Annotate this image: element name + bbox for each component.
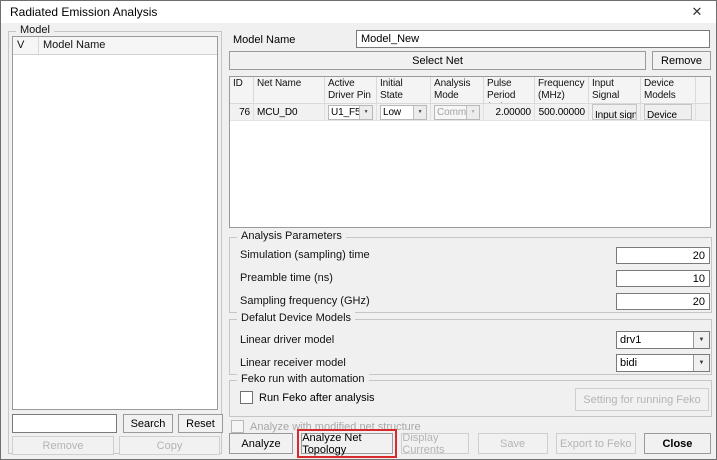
feko-settings-button[interactable]: Setting for running Feko [575,388,709,411]
cell-analysis-mode: Common ▼ [431,104,484,120]
col-net-name[interactable]: Net Name [254,77,325,104]
analysis-mode-value: Common [435,106,466,119]
col-frequency[interactable]: Frequency (MHz) [535,77,589,104]
export-to-feko-button[interactable]: Export to Feko [556,433,636,454]
model-list-col-name[interactable]: Model Name [39,37,217,54]
chevron-down-icon: ▼ [359,106,372,119]
title-bar: Radiated Emission Analysis ✕ [1,1,716,23]
active-driver-pin-dropdown[interactable]: U1_F5 ▼ [328,105,373,120]
linear-receiver-model-label: Linear receiver model [240,357,346,369]
cell-initial-state: Low ▼ [377,104,431,120]
default-device-models-group: Defalut Device Models Linear driver mode… [229,319,712,375]
linear-driver-model-dropdown[interactable]: drv1 ▼ [616,331,710,349]
col-filler [696,77,710,104]
close-button[interactable]: ✕ [682,1,712,23]
analyze-net-topology-wrap: Analyze Net Topology [301,433,393,454]
model-actions-row: Remove Copy [12,436,220,455]
cell-filler [696,104,710,120]
display-currents-button[interactable]: Display Currents [401,433,469,454]
linear-driver-model-label: Linear driver model [240,334,334,346]
linear-receiver-model-value: bidi [617,355,693,371]
net-table: ID Net Name Active Driver Pin Initial St… [229,76,711,228]
col-active-driver[interactable]: Active Driver Pin [325,77,377,104]
close-dialog-button[interactable]: Close [644,433,711,454]
run-feko-checkbox-row[interactable]: Run Feko after analysis [240,391,375,404]
col-input-signal[interactable]: Input Signal [589,77,641,104]
feko-group-label: Feko run with automation [237,373,369,385]
feko-group: Feko run with automation Run Feko after … [229,380,712,417]
active-driver-pin-value: U1_F5 [329,106,359,119]
col-pulse-period[interactable]: Pulse Period (ns) [484,77,535,104]
preamble-time-label: Preamble time (ns) [240,272,333,284]
net-remove-button[interactable]: Remove [652,51,711,70]
cell-input-signal: Input signal [589,104,641,120]
model-list-header: V Model Name [13,37,217,55]
model-list[interactable]: V Model Name [12,36,218,410]
net-table-header: ID Net Name Active Driver Pin Initial St… [230,77,710,104]
radiated-emission-analysis-dialog: Radiated Emission Analysis ✕ Model V Mod… [0,0,717,460]
model-search-row: Search Reset [12,414,220,433]
modified-net-checkbox [231,420,244,433]
sampling-frequency-label: Sampling frequency (GHz) [240,295,370,307]
col-device-models[interactable]: Device Models [641,77,696,104]
col-initial-state[interactable]: Initial State [377,77,431,104]
analysis-parameters-label: Analysis Parameters [237,230,346,242]
analysis-mode-dropdown: Common ▼ [434,105,480,120]
chevron-down-icon: ▼ [413,106,426,119]
chevron-down-icon: ▼ [466,106,479,119]
cell-active-driver: U1_F5 ▼ [325,104,377,120]
run-feko-checkbox[interactable] [240,391,253,404]
model-list-col-v[interactable]: V [13,37,39,54]
save-button[interactable]: Save [478,433,548,454]
model-name-input[interactable] [356,30,710,48]
analyze-net-topology-button[interactable]: Analyze Net Topology [301,433,393,454]
simulation-time-input[interactable] [616,247,710,264]
cell-net-name: MCU_D0 [254,104,325,120]
cell-frequency[interactable]: 500.00000 [535,104,589,120]
dialog-title: Radiated Emission Analysis [10,5,157,19]
cell-pulse-period[interactable]: 2.00000 [484,104,535,120]
input-signal-button[interactable]: Input signal [592,104,637,120]
reset-button[interactable]: Reset [178,414,223,433]
col-analysis-mode[interactable]: Analysis Mode [431,77,484,104]
analyze-button[interactable]: Analyze [229,433,293,454]
model-remove-button[interactable]: Remove [12,436,114,455]
linear-receiver-model-dropdown[interactable]: bidi ▼ [616,354,710,372]
model-copy-button[interactable]: Copy [119,436,220,455]
net-table-row[interactable]: 76 MCU_D0 U1_F5 ▼ Low ▼ Common ▼ [230,104,710,121]
analysis-parameters-group: Analysis Parameters Simulation (sampling… [229,237,712,313]
initial-state-value: Low [381,106,413,119]
initial-state-dropdown[interactable]: Low ▼ [380,105,427,120]
model-group-label: Model [16,24,54,36]
close-icon: ✕ [692,4,703,20]
preamble-time-input[interactable] [616,270,710,287]
device-models-button[interactable]: Device [644,104,692,120]
chevron-down-icon: ▼ [693,355,709,371]
sampling-frequency-input[interactable] [616,293,710,310]
linear-driver-model-value: drv1 [617,332,693,348]
default-device-models-label: Defalut Device Models [237,312,355,324]
model-name-label: Model Name [233,34,295,46]
model-search-input[interactable] [12,414,117,433]
select-net-button[interactable]: Select Net [229,51,646,70]
run-feko-label: Run Feko after analysis [259,392,375,404]
cell-id: 76 [230,104,254,120]
search-button[interactable]: Search [123,414,173,433]
simulation-time-label: Simulation (sampling) time [240,249,370,261]
footer-button-row: Analyze Analyze Net Topology Display Cur… [229,433,711,454]
chevron-down-icon: ▼ [693,332,709,348]
model-group: Model V Model Name Search Reset Remove C… [8,31,222,454]
cell-device-models: Device [641,104,696,120]
col-id[interactable]: ID [230,77,254,104]
